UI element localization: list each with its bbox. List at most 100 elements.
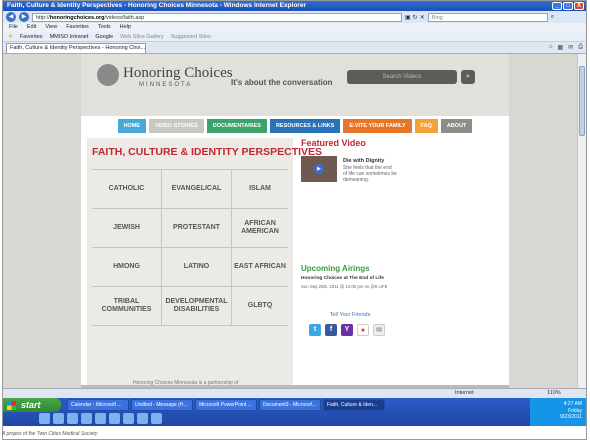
- airing-show: Honoring Choices at The End of Life: [301, 276, 384, 281]
- back-arrow-icon[interactable]: ◀: [6, 12, 16, 22]
- page-viewport: Honoring Choices MINNESOTA It's about th…: [3, 54, 577, 388]
- slide-caption: A project of the Twin Cities Medical Soc…: [2, 431, 98, 437]
- start-label: start: [21, 400, 41, 410]
- menu-file[interactable]: File: [9, 24, 18, 31]
- site-header: Honoring Choices MINNESOTA It's about th…: [81, 54, 509, 116]
- start-button[interactable]: start: [3, 398, 61, 412]
- twitter-icon[interactable]: t: [309, 324, 321, 336]
- play-icon[interactable]: ▶: [314, 164, 324, 174]
- task-browser[interactable]: Faith, Culture & Iden...: [323, 399, 385, 411]
- system-tray: 4:27 AM Friday 9/23/2011: [530, 398, 586, 426]
- security-zone[interactable]: Internet: [455, 390, 474, 396]
- address-bar: ◀ ▶ http://honoringchoices.org/videos/fa…: [3, 11, 586, 23]
- perspective-catholic[interactable]: CATHOLIC: [92, 170, 162, 209]
- nav-about[interactable]: ABOUT: [440, 119, 473, 133]
- tab-current[interactable]: Faith, Culture & Identity Perspectives -…: [6, 42, 146, 53]
- nav-home[interactable]: HOME: [117, 119, 147, 133]
- nav-e-vite-your-family[interactable]: E-VITE YOUR FAMILY: [343, 119, 412, 133]
- taskbar: start Calendar - Microsoft ... Untitled …: [3, 398, 586, 426]
- menu-tools[interactable]: Tools: [98, 24, 111, 31]
- quick-launch-icon[interactable]: [67, 413, 78, 424]
- perspective-hmong[interactable]: HMONG: [92, 248, 162, 287]
- quick-launch: [39, 413, 162, 424]
- scrollbar-thumb[interactable]: [579, 66, 585, 136]
- site-nav: HOME VIDEO STORIES DOCUMENTARIES RESOURCES …: [81, 119, 509, 133]
- command-bar: ⌂ ▦ ✉ ⎙: [549, 44, 583, 51]
- perspective-evangelical[interactable]: EVANGELICAL: [162, 170, 232, 209]
- search-icon[interactable]: ⌕: [461, 70, 475, 84]
- tell-friends-label: Tell Your Friends: [329, 312, 371, 318]
- perspective-latino[interactable]: LATINO: [162, 248, 232, 287]
- social-links: t f Y ● ✉: [309, 324, 385, 336]
- print-icon[interactable]: ⎙: [578, 44, 583, 51]
- minimize-button[interactable]: _: [552, 2, 562, 10]
- maximize-button[interactable]: □: [563, 2, 573, 10]
- quick-launch-icon[interactable]: [95, 413, 106, 424]
- logo-name[interactable]: Honoring Choices: [123, 65, 233, 82]
- email-icon[interactable]: ✉: [373, 324, 385, 336]
- perspective-protestant[interactable]: PROTESTANT: [162, 209, 232, 248]
- menu-bar: File Edit View Favorites Tools Help: [3, 23, 586, 32]
- window-title: Faith, Culture & Identity Perspectives -…: [7, 2, 306, 9]
- favorites-button[interactable]: Favorites: [20, 34, 43, 40]
- url-field[interactable]: http://honoringchoices.org/videos/faith.…: [32, 12, 402, 22]
- url-path: /videos/faith.asp: [104, 14, 145, 21]
- perspective-african-american[interactable]: AFRICAN AMERICAN: [232, 209, 288, 248]
- quick-launch-icon[interactable]: [137, 413, 148, 424]
- nav-faq[interactable]: FAQ: [414, 119, 438, 133]
- vertical-scrollbar[interactable]: [577, 54, 586, 388]
- refresh-icon[interactable]: ↻: [413, 14, 418, 21]
- menu-edit[interactable]: Edit: [27, 24, 36, 31]
- task-calendar[interactable]: Calendar - Microsoft ...: [67, 399, 129, 411]
- window-titlebar: Faith, Culture & Identity Perspectives -…: [3, 1, 586, 11]
- task-message[interactable]: Untitled - Message (H...: [131, 399, 193, 411]
- perspectives-panel: FAITH, CULTURE & IDENTITY PERSPECTIVES C…: [87, 138, 322, 385]
- quick-launch-icon[interactable]: [109, 413, 120, 424]
- favorite-google[interactable]: Google: [95, 34, 113, 40]
- favorite-mmiso[interactable]: MMISO Intranet: [50, 34, 89, 40]
- stop-icon[interactable]: ✕: [420, 14, 425, 21]
- favorite-suggested[interactable]: Suggested Sites: [171, 34, 211, 40]
- nav-documentaries[interactable]: DOCUMENTARIES: [206, 119, 267, 133]
- perspective-tribal-communities[interactable]: TRIBAL COMMUNITIES: [92, 287, 162, 326]
- tagline: It's about the conversation: [231, 78, 333, 87]
- zoom-level[interactable]: 110%: [547, 390, 561, 396]
- favorite-web-slice[interactable]: Web Slice Gallery: [120, 34, 164, 40]
- task-powerpoint[interactable]: Microsoft PowerPoint ...: [195, 399, 257, 411]
- search-field[interactable]: Bing: [427, 12, 548, 22]
- quick-launch-icon[interactable]: [53, 413, 64, 424]
- video-title[interactable]: Die with Dignity: [343, 158, 384, 164]
- window-controls: _ □ X: [552, 2, 584, 10]
- perspective-east-african[interactable]: EAST AFRICAN: [232, 248, 288, 287]
- address-actions: ▣ ↻ ✕: [405, 14, 425, 21]
- menu-view[interactable]: View: [45, 24, 57, 31]
- close-button[interactable]: X: [574, 2, 584, 10]
- feeds-icon[interactable]: ▦: [557, 44, 563, 51]
- mail-icon[interactable]: ✉: [568, 44, 573, 51]
- perspective-jewish[interactable]: JEWISH: [92, 209, 162, 248]
- perspective-developmental-disabilities[interactable]: DEVELOPMENTAL DISABILITIES: [162, 287, 232, 326]
- facebook-icon[interactable]: f: [325, 324, 337, 336]
- favorites-star-icon[interactable]: ★: [8, 34, 13, 40]
- video-search-input[interactable]: Search Videos: [347, 70, 457, 84]
- nav-resources-links[interactable]: RESOURCES & LINKS: [269, 119, 341, 133]
- perspective-islam[interactable]: ISLAM: [232, 170, 288, 209]
- home-icon[interactable]: ⌂: [549, 44, 553, 51]
- video-thumbnail[interactable]: ▶: [301, 156, 337, 182]
- nav-video-stories[interactable]: VIDEO STORIES: [149, 119, 204, 133]
- yahoo-icon[interactable]: Y: [341, 324, 353, 336]
- compatibility-icon[interactable]: ▣: [405, 14, 411, 21]
- sidebar: Featured Video ▶ Die with Dignity She fe…: [301, 138, 401, 385]
- menu-help[interactable]: Help: [120, 24, 131, 31]
- menu-favorites[interactable]: Favorites: [66, 24, 89, 31]
- google-icon[interactable]: ●: [357, 324, 369, 336]
- perspective-glbtq[interactable]: GLBTQ: [232, 287, 288, 326]
- quick-launch-icon[interactable]: [39, 413, 50, 424]
- clock-date: 9/23/2011: [560, 414, 582, 420]
- quick-launch-icon[interactable]: [151, 413, 162, 424]
- search-icon[interactable]: ⌕: [551, 14, 554, 21]
- task-document[interactable]: Document3 - Microsof...: [259, 399, 321, 411]
- forward-arrow-icon[interactable]: ▶: [19, 12, 29, 22]
- quick-launch-icon[interactable]: [123, 413, 134, 424]
- quick-launch-icon[interactable]: [81, 413, 92, 424]
